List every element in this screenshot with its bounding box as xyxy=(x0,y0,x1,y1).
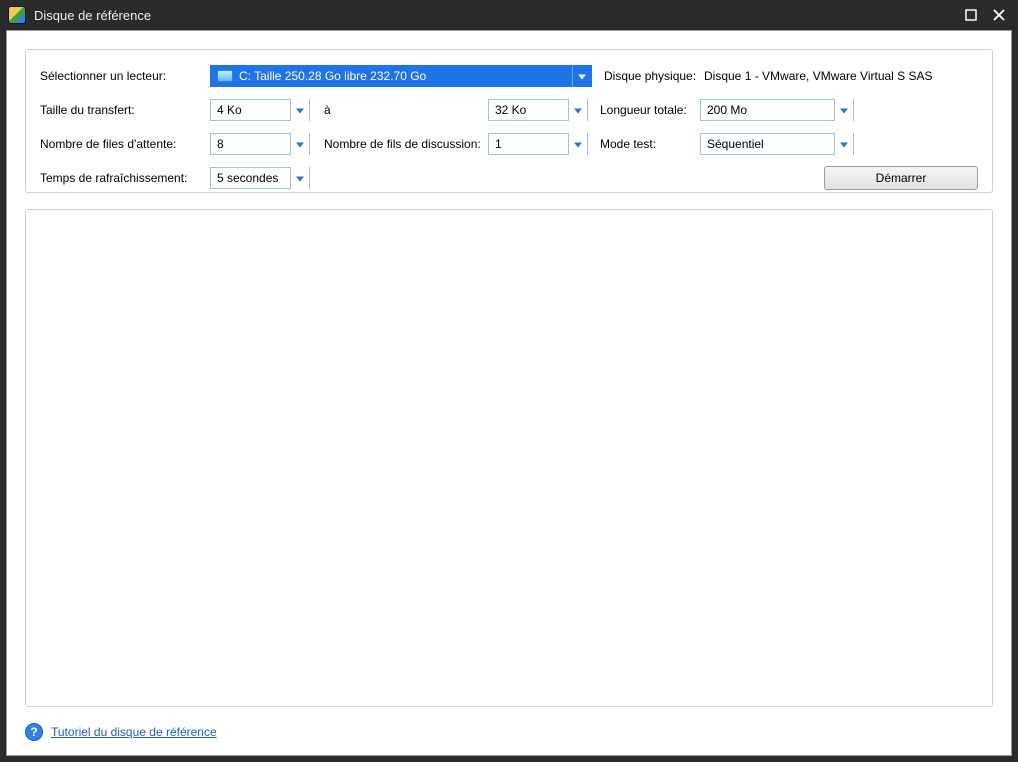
label-to: à xyxy=(310,103,338,117)
close-icon xyxy=(993,9,1005,21)
total-length-combo[interactable]: 200 Mo xyxy=(700,99,854,121)
tutorial-link[interactable]: Tutoriel du disque de référence xyxy=(51,725,217,739)
titlebar: Disque de référence xyxy=(0,0,1018,30)
label-select-drive: Sélectionner un lecteur: xyxy=(40,69,210,83)
select-drive-value: C: Taille 250.28 Go libre 232.70 Go xyxy=(239,69,426,83)
label-physical-disk: Disque physique: xyxy=(592,69,704,83)
queues-value: 8 xyxy=(217,137,224,151)
drive-icon xyxy=(217,70,233,82)
test-mode-combo[interactable]: Séquentiel xyxy=(700,133,854,155)
close-button[interactable] xyxy=(988,4,1010,26)
label-total-length: Longueur totale: xyxy=(588,103,700,117)
window: Disque de référence Sélectionner un lect… xyxy=(0,0,1018,762)
maximize-icon xyxy=(965,9,977,21)
test-mode-value: Séquentiel xyxy=(707,137,764,151)
label-refresh: Temps de rafraîchissement: xyxy=(40,171,210,185)
transfer-from-value: 4 Ko xyxy=(217,103,242,117)
refresh-combo[interactable]: 5 secondes xyxy=(210,167,310,189)
start-button[interactable]: Démarrer xyxy=(824,166,978,190)
label-transfer-size: Taille du transfert: xyxy=(40,103,210,117)
transfer-to-combo[interactable]: 32 Ko xyxy=(488,99,588,121)
transfer-from-combo[interactable]: 4 Ko xyxy=(210,99,310,121)
start-button-label: Démarrer xyxy=(876,171,927,185)
physical-disk-value: Disque 1 - VMware, VMware Virtual S SAS xyxy=(704,69,933,83)
footer: ? Tutoriel du disque de référence xyxy=(25,723,217,741)
help-icon: ? xyxy=(25,723,43,741)
refresh-value: 5 secondes xyxy=(217,171,278,185)
select-drive-combo[interactable]: C: Taille 250.28 Go libre 232.70 Go xyxy=(210,65,592,87)
queues-combo[interactable]: 8 xyxy=(210,133,310,155)
window-title: Disque de référence xyxy=(34,8,151,23)
label-threads: Nombre de fils de discussion: xyxy=(310,137,488,151)
transfer-to-value: 32 Ko xyxy=(495,103,526,117)
settings-panel: Sélectionner un lecteur: C: Taille 250.2… xyxy=(25,49,993,193)
app-icon xyxy=(8,6,26,24)
label-queues: Nombre de files d'attente: xyxy=(40,137,210,151)
results-panel xyxy=(25,209,993,707)
threads-combo[interactable]: 1 xyxy=(488,133,588,155)
client-area: Sélectionner un lecteur: C: Taille 250.2… xyxy=(6,30,1012,756)
total-length-value: 200 Mo xyxy=(707,103,747,117)
threads-value: 1 xyxy=(495,137,502,151)
maximize-button[interactable] xyxy=(960,4,982,26)
label-test-mode: Mode test: xyxy=(588,137,700,151)
